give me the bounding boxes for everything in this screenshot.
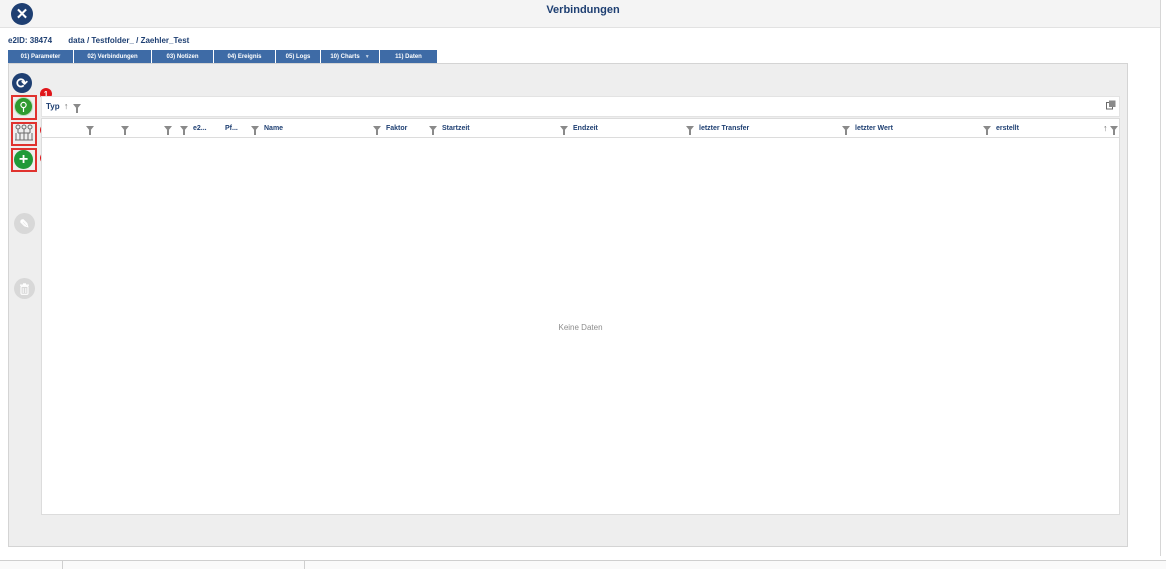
column-header-e2id[interactable]: e2... [180,118,207,138]
window-border [1160,0,1161,556]
filter-icon[interactable] [180,125,188,135]
filter-icon[interactable] [164,125,172,135]
add-icon: + [18,150,29,168]
sort-ascending-icon: ↑ [63,101,69,111]
delete-button[interactable] [14,278,35,299]
tab-logs[interactable]: 05) Logs [276,50,321,63]
column-header-startzeit[interactable]: Startzeit [429,118,470,138]
column-header-name[interactable]: Name [251,118,283,138]
filter-icon[interactable] [842,125,850,135]
filter-icon[interactable] [121,125,129,135]
status-bar [0,560,1166,569]
column-header-faktor[interactable]: Faktor [373,118,407,138]
column-header-endzeit[interactable]: Endzeit [560,118,598,138]
column-header-letzter-wert[interactable]: letzter Wert [842,118,893,138]
column-header-letzter-transfer[interactable]: letzter Transfer [686,118,749,138]
column-header-pfad[interactable]: Pf... [225,118,238,138]
edit-icon: ✎ [19,216,30,231]
group-label: Typ [46,102,60,111]
sort-ascending-icon: ↑ [1103,123,1108,133]
copy-icon[interactable] [1106,100,1116,110]
tab-parameter[interactable]: 01) Parameter [8,50,74,63]
edit-button[interactable]: ✎ [14,213,35,234]
column-header-1[interactable] [86,118,99,138]
filter-icon[interactable] [1109,125,1118,135]
connections-grid [41,118,1120,515]
tab-charts[interactable]: 10) Charts ▼ [321,50,380,63]
filter-icon[interactable] [983,125,991,135]
e2id-label: e2ID: 38474 [8,36,53,45]
chevron-down-icon: ▼ [364,53,370,60]
filter-icon[interactable] [560,125,568,135]
column-sort-filter[interactable]: ↑ [1101,118,1123,138]
empty-state-message: Keine Daten [558,323,603,332]
filter-icon[interactable] [86,125,94,135]
column-header-erstellt[interactable]: erstellt [983,118,1019,138]
grouping-bar [41,96,1120,117]
map-pin-button[interactable] [14,97,33,116]
tab-daten[interactable]: 11) Daten [380,50,438,63]
tab-verbindungen[interactable]: 02) Verbindungen [74,50,152,63]
object-info: e2ID: 38474 data / Testfolder_ / Zaehler… [8,36,189,45]
column-header-3[interactable] [164,118,177,138]
filter-icon[interactable] [686,125,694,135]
map-pin-icon [20,101,27,112]
window-title: Verbindungen [546,4,620,16]
refresh-icon: ⟳ [16,75,28,91]
column-header-2[interactable] [121,118,134,138]
group-chip-typ[interactable]: Typ ↑ [46,101,81,114]
tab-ereignis[interactable]: 04) Ereignis [214,50,276,63]
filter-icon[interactable] [429,125,437,135]
object-path: data / Testfolder_ / Zaehler_Test [68,36,190,45]
tree-structure-icon[interactable] [14,124,34,143]
tab-bar: 01) Parameter 02) Verbindungen 03) Notiz… [8,50,438,63]
refresh-button[interactable]: ⟳ [12,73,32,93]
add-button[interactable]: + [14,150,33,169]
status-divider [304,560,305,569]
filter-icon[interactable] [251,125,259,135]
close-icon: ✕ [15,5,29,23]
filter-icon[interactable] [373,125,381,135]
filter-icon[interactable] [72,104,81,114]
status-divider [62,560,63,569]
delete-icon [20,282,29,295]
close-button[interactable]: ✕ [11,3,33,25]
tab-notizen[interactable]: 03) Notizen [152,50,214,63]
